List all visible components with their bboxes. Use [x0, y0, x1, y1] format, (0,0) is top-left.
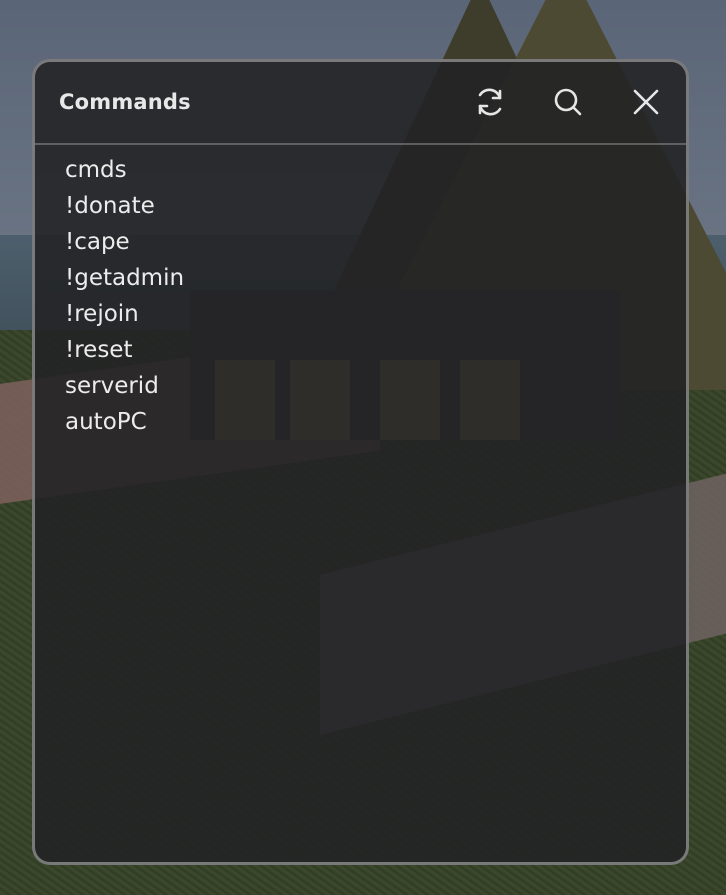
command-item[interactable]: !cape	[65, 224, 184, 260]
search-icon	[554, 88, 582, 116]
close-button[interactable]	[628, 84, 664, 120]
command-item[interactable]: autoPC	[65, 404, 184, 440]
command-item[interactable]: serverid	[65, 368, 184, 404]
refresh-button[interactable]	[472, 84, 508, 120]
commands-window: Commands cmds !donate !cape !getadmin !r…	[32, 59, 689, 865]
command-item[interactable]: !reset	[65, 332, 184, 368]
window-titlebar[interactable]: Commands	[35, 62, 686, 145]
command-item[interactable]: cmds	[65, 152, 184, 188]
command-item[interactable]: !getadmin	[65, 260, 184, 296]
search-button[interactable]	[550, 84, 586, 120]
command-item[interactable]: !donate	[65, 188, 184, 224]
close-icon	[633, 89, 659, 115]
window-title: Commands	[59, 90, 191, 114]
command-item[interactable]: !rejoin	[65, 296, 184, 332]
refresh-icon	[478, 88, 502, 116]
command-list: cmds !donate !cape !getadmin !rejoin !re…	[65, 152, 184, 440]
